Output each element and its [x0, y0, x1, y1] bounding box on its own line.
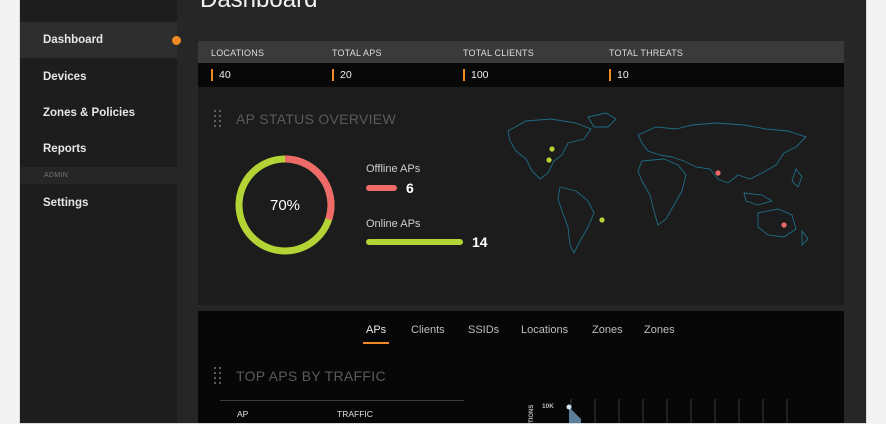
stat-value-total-threats: 10: [609, 69, 629, 81]
ap-status-panel: AP STATUS OVERVIEW 70% Offline APs 6 Onl…: [198, 87, 844, 305]
world-map: [507, 112, 809, 255]
column-header-ap: AP: [237, 409, 249, 419]
panel-title: AP STATUS OVERVIEW: [236, 111, 396, 127]
sidebar-item-dashboard[interactable]: Dashboard: [20, 22, 181, 58]
sidebar-item-zones-policies[interactable]: Zones & Policies: [20, 95, 177, 131]
stat-label-total-aps: TOTAL APS: [332, 48, 382, 58]
tab-clients[interactable]: Clients: [411, 324, 445, 336]
ap-status-donut: 70%: [235, 155, 335, 255]
tab-zones-2[interactable]: Zones: [644, 324, 675, 336]
sidebar: Dashboard Devices Zones & Policies Repor…: [20, 0, 181, 423]
stat-label-total-threats: TOTAL THREATS: [609, 48, 684, 58]
sidebar-item-devices[interactable]: Devices: [20, 59, 177, 95]
online-aps-label: Online APs: [366, 218, 421, 230]
donut-percent-label: 70%: [270, 197, 300, 214]
sidebar-item-label: Dashboard: [43, 34, 104, 46]
sidebar-item-settings[interactable]: Settings: [20, 185, 177, 221]
tab-zones[interactable]: Zones: [592, 324, 623, 336]
stats-summary: LOCATIONS TOTAL APS TOTAL CLIENTS TOTAL …: [198, 41, 844, 87]
stat-value-total-aps: 20: [332, 69, 352, 81]
chart-axis-label: TIONS: [529, 405, 535, 423]
sidebar-item-reports[interactable]: Reports: [20, 131, 177, 167]
stat-value-locations: 40: [211, 69, 231, 81]
top-aps-table-header: AP TRAFFIC: [220, 400, 464, 424]
map-marker-online: [599, 217, 605, 223]
sidebar-item-label: Reports: [43, 143, 87, 155]
tab-aps[interactable]: APs: [362, 324, 390, 344]
panel-title: TOP APS BY TRAFFIC: [236, 368, 386, 384]
stat-label-total-clients: TOTAL CLIENTS: [463, 48, 534, 58]
drag-handle-icon[interactable]: [214, 110, 222, 128]
top-aps-chart: TIONS 10K: [529, 399, 788, 423]
top-aps-panel: APs Clients SSIDs Locations Zones Zones …: [198, 311, 844, 423]
map-marker-online: [546, 157, 552, 163]
sidebar-item-label: Settings: [43, 197, 89, 209]
offline-aps-value: 6: [406, 180, 414, 196]
offline-aps-label: Offline APs: [366, 163, 421, 175]
online-aps-value: 14: [472, 234, 488, 250]
chart-tick-label: 10K: [542, 403, 554, 410]
online-aps-bar: [366, 239, 463, 245]
chart-area: [569, 407, 581, 423]
stat-label-locations: LOCATIONS: [211, 48, 265, 58]
map-markers: [546, 146, 787, 228]
chart-point: [566, 404, 572, 410]
column-header-traffic: TRAFFIC: [337, 409, 373, 419]
tab-locations[interactable]: Locations: [521, 324, 568, 336]
map-marker-offline: [715, 170, 721, 176]
offline-aps-bar: [366, 185, 397, 191]
map-marker-online: [549, 146, 555, 152]
tab-ssids[interactable]: SSIDs: [468, 324, 499, 336]
sidebar-item-label: Devices: [43, 71, 87, 83]
map-marker-offline: [781, 222, 787, 228]
stat-value-total-clients: 100: [463, 69, 489, 81]
sidebar-section-admin: ADMIN: [20, 167, 177, 184]
page-title: Dashboard: [200, 0, 317, 14]
drag-handle-icon[interactable]: [214, 367, 222, 385]
sidebar-item-label: Zones & Policies: [43, 107, 136, 119]
